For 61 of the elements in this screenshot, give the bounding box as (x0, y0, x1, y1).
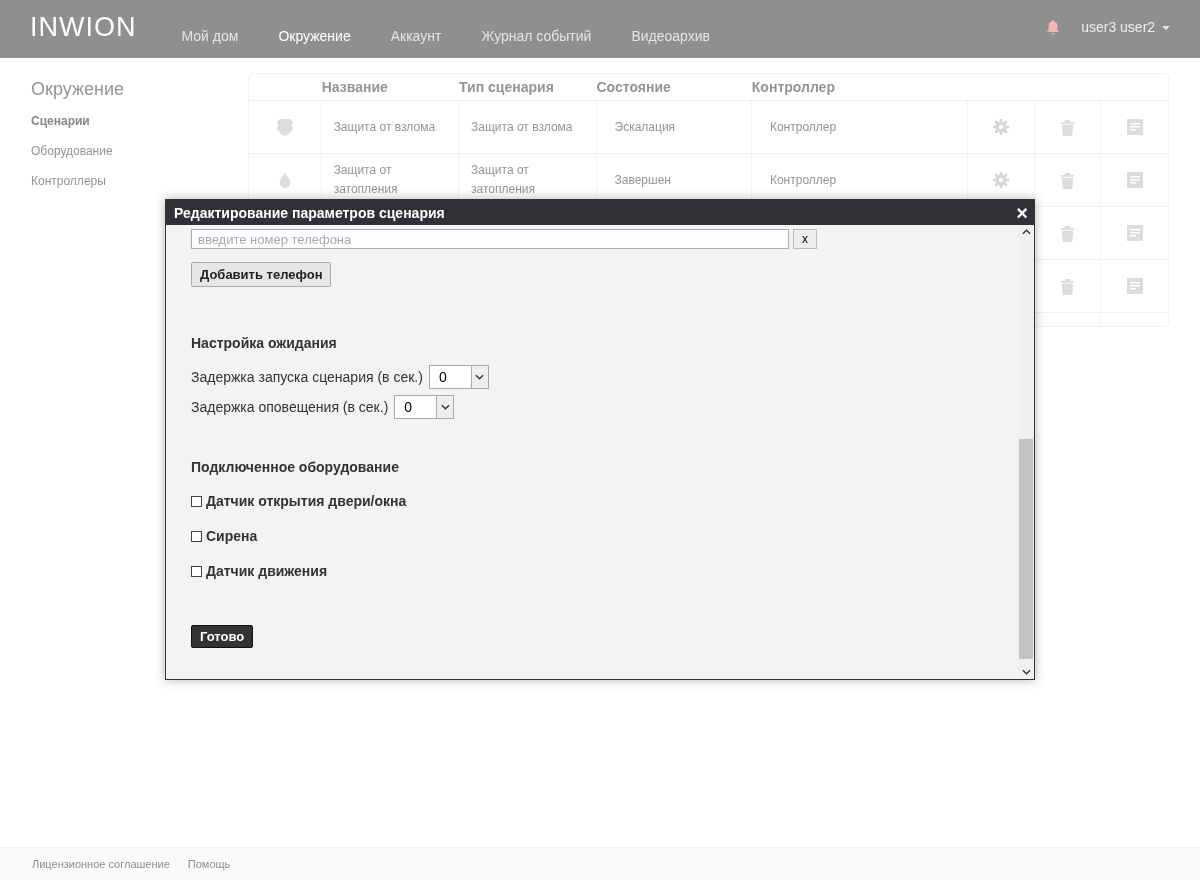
footer-link[interactable]: Лицензионное соглашение (32, 858, 170, 870)
column-header: Название (321, 77, 389, 97)
table-cell-text: Защита от взлома (471, 118, 573, 136)
table-cell-text: Защита от затопления (471, 162, 537, 198)
delay-label: Задержка оповещения (в сек.) (191, 399, 389, 415)
column-header: Контроллер (751, 77, 836, 97)
note-icon[interactable] (1126, 278, 1143, 294)
scrollbar[interactable] (1018, 225, 1034, 679)
settings-icon[interactable] (991, 118, 1010, 136)
table-cell-text: Контроллер (769, 118, 837, 136)
logo: INWION (30, 11, 137, 43)
delay-dropdown[interactable]: 0 (394, 395, 455, 419)
footer-link[interactable]: Помощь (187, 858, 231, 870)
checkbox[interactable] (191, 495, 202, 507)
section-heading: Настройка ожидания (191, 335, 337, 351)
column-header: Состояние (596, 77, 672, 97)
nav-link[interactable]: Аккаунт (390, 28, 442, 44)
delay-dropdown[interactable]: 0 (428, 365, 489, 389)
scroll-down-icon[interactable] (1021, 669, 1031, 675)
nav-link[interactable]: Мой дом (181, 28, 239, 44)
checkbox[interactable] (191, 530, 202, 542)
delay-label: Задержка запуска сценария (в сек.) (191, 369, 423, 385)
table-cell-text: Эскалация (614, 118, 676, 136)
section-heading: Подключенное оборудование (191, 459, 399, 475)
trash-icon[interactable] (1060, 224, 1075, 242)
bell-icon[interactable] (1045, 19, 1062, 35)
shield-icon (274, 117, 295, 137)
checkbox-label: Датчик открытия двери/окна (206, 493, 407, 509)
table-cell-text: Защита от затопления (333, 162, 399, 198)
close-button[interactable]: × (1016, 202, 1028, 223)
table-cell-text: Контроллер (769, 171, 837, 189)
table-cell-text: Защита от взлома (333, 118, 436, 136)
caret-icon (440, 404, 450, 410)
note-icon[interactable] (1126, 119, 1143, 135)
sidebar-item[interactable]: Сценарии (31, 114, 90, 128)
nav-link[interactable]: Окружение (278, 28, 351, 44)
checkbox[interactable] (191, 565, 202, 577)
table-cell-text: Завершен (614, 171, 671, 189)
sidebar-item[interactable]: Оборудование (31, 144, 113, 158)
checkbox-label: Сирена (206, 528, 258, 544)
scroll-up-icon[interactable] (1021, 229, 1031, 235)
dialog-title: Редактирование параметров сценария (174, 204, 445, 221)
phone-input-field[interactable]: введите номер телефона (191, 229, 789, 249)
done-button[interactable]: Готово (191, 625, 254, 648)
drop-icon (277, 170, 292, 190)
sidebar-item[interactable]: Контроллеры (31, 174, 106, 188)
add-phone-button[interactable]: Добавить телефон (191, 262, 332, 287)
note-icon[interactable] (1126, 225, 1143, 241)
note-icon[interactable] (1126, 172, 1143, 188)
nav-link[interactable]: Журнал событий (481, 28, 592, 44)
sidebar-title: Окружение (31, 79, 124, 100)
user-menu[interactable]: user3 user2 (1081, 19, 1170, 35)
settings-icon[interactable] (991, 171, 1010, 189)
caret-icon (475, 374, 485, 380)
trash-icon[interactable] (1060, 171, 1075, 189)
nav-link[interactable]: Видеоархив (631, 28, 710, 44)
remove-phone-button[interactable]: x (793, 229, 817, 249)
trash-icon[interactable] (1060, 277, 1075, 295)
trash-icon[interactable] (1060, 118, 1075, 136)
column-header: Тип сценария (459, 77, 555, 97)
checkbox-label: Датчик движения (206, 563, 328, 579)
